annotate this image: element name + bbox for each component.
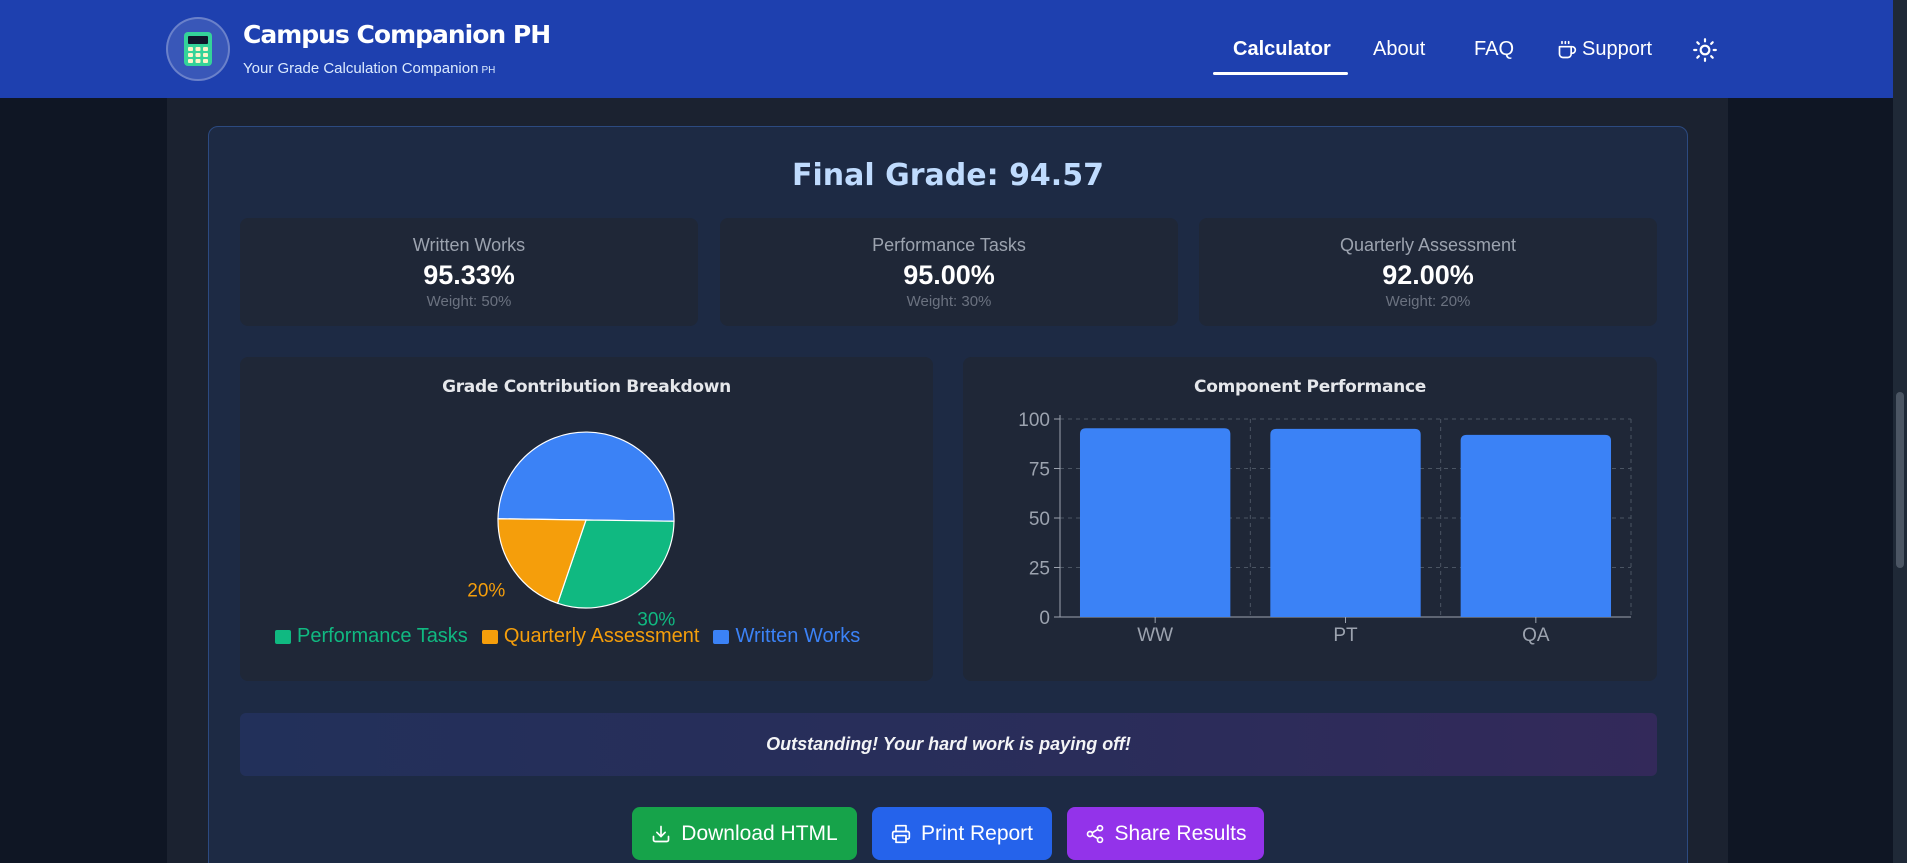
y-tick-label: 25 [1029,559,1050,580]
download-html-label: Download HTML [681,821,838,845]
bar-qa[interactable] [1460,434,1612,617]
legend-label: Performance Tasks [297,625,468,647]
pie-data-label: 20% [467,580,505,601]
bar-chart: 0 25 50 75 100 WW PT QA [1018,410,1632,646]
nav-about[interactable]: About [1373,38,1425,61]
share-icon [1086,824,1103,843]
brand-subtitle: Your Grade Calculation Companion PH [243,60,495,77]
share-results-button[interactable]: Share Results [1067,807,1264,860]
legend-swatch [481,629,498,644]
legend-swatch [275,629,291,644]
stat-label: Written Works [412,235,526,255]
bar-ww[interactable] [1079,428,1231,617]
y-tick-label: 100 [1018,410,1050,431]
nav-support[interactable]: Support [1557,38,1652,61]
legend-item-performance-tasks[interactable]: Performance Tasks [275,625,468,648]
stat-weight: Weight: 20% [1385,293,1471,310]
logo[interactable] [166,17,230,81]
final-grade: Final Grade: 94.57 [792,158,1104,193]
stat-value: 95.33% [423,260,515,290]
brand-subtitle-text: Your Grade Calculation Companion [243,60,479,77]
print-report-button[interactable]: Print Report [872,807,1052,860]
legend-item-quarterly-assessment[interactable]: Quarterly Assessment [481,625,700,648]
nav-active-indicator [1213,72,1348,75]
bar-chart-panel: Component Performance 0 25 50 75 100 WW PT QA [963,357,1657,681]
stat-label: Performance Tasks [872,235,1026,255]
y-tick-label: 0 [1039,608,1050,629]
stat-weight: Weight: 50% [426,293,512,310]
encouragement-message: Outstanding! Your hard work is paying of… [766,734,1131,754]
pie-chart-panel: Grade Contribution Breakdown 30% 20% Perf… [240,357,933,681]
download-html-button[interactable]: Download HTML [632,807,857,860]
download-icon [652,825,670,842]
printer-icon [891,824,911,843]
sun-icon [1693,38,1717,62]
page-background-left [0,0,167,863]
pie-slice[interactable] [497,431,675,522]
x-tick-label: QA [1522,625,1550,646]
stat-performance-tasks: Performance Tasks 95.00% Weight: 30% [720,218,1178,326]
stat-weight: Weight: 30% [906,293,992,310]
scrollbar-thumb[interactable] [1896,392,1904,568]
brand-title[interactable]: Campus Companion PH [243,20,551,49]
x-tick-label: PT [1333,625,1358,646]
coffee-cup-icon [1558,40,1577,58]
y-tick-label: 75 [1029,460,1050,481]
encouragement-banner: Outstanding! Your hard work is paying of… [240,713,1657,776]
calculator-icon [184,32,212,66]
stat-written-works: Written Works 95.33% Weight: 50% [240,218,698,326]
stat-label: Quarterly Assessment [1339,235,1517,255]
share-results-label: Share Results [1114,821,1247,845]
page-background-right [1728,0,1907,863]
legend-label: Written Works [735,625,861,647]
stat-value: 95.00% [903,260,995,290]
legend-label: Quarterly Assessment [503,625,700,647]
stat-value: 92.00% [1382,260,1474,290]
y-tick-label: 50 [1029,509,1050,530]
brand-subtitle-suffix: PH [481,65,496,76]
nav-support-label: Support [1582,38,1653,60]
nav-calculator[interactable]: Calculator [1233,38,1331,61]
stat-quarterly-assessment: Quarterly Assessment 92.00% Weight: 20% [1199,218,1657,326]
pie-legend: Performance Tasks Quarterly Assessment W… [275,625,915,648]
print-report-label: Print Report [920,821,1034,845]
x-tick-label: WW [1137,625,1173,646]
theme-toggle-button[interactable] [1691,36,1719,64]
site-header: Campus Companion PH Your Grade Calculati… [0,0,1893,98]
legend-item-written-works[interactable]: Written Works [713,625,860,648]
nav-faq[interactable]: FAQ [1474,38,1514,61]
legend-swatch [713,629,730,644]
bar-pt[interactable] [1270,428,1421,617]
